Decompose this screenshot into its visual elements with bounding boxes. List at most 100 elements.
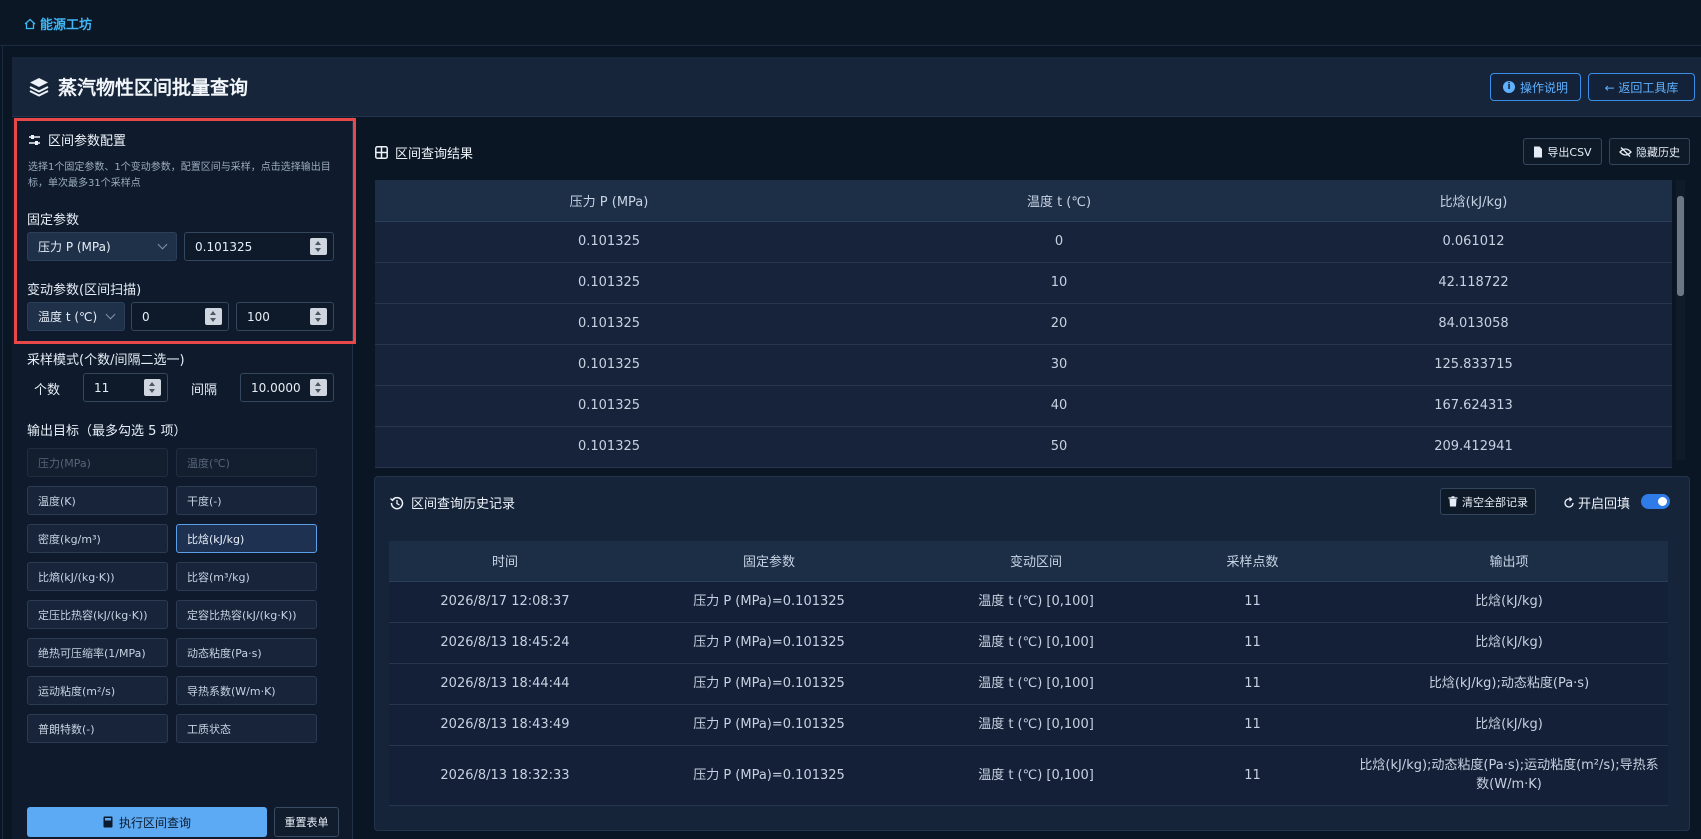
- range-end-text: 100: [247, 309, 270, 324]
- run-query-button[interactable]: 执行区间查询: [27, 807, 267, 837]
- table-cell: 42.118722: [1275, 262, 1672, 304]
- fixed-value-input[interactable]: 0.101325: [184, 232, 334, 261]
- output-option[interactable]: 动态粘度(Pa·s): [176, 638, 317, 667]
- table-row[interactable]: 2026/8/13 18:44:44 压力 P (MPa)=0.101325 温度 …: [389, 663, 1668, 705]
- table-cell: 0.061012: [1275, 221, 1672, 263]
- column-header: 输出项: [1350, 541, 1668, 582]
- table-row[interactable]: 2026/8/13 18:43:49 压力 P (MPa)=0.101325 温度 …: [389, 704, 1668, 746]
- spinner-icon[interactable]: [310, 379, 327, 396]
- help-button[interactable]: i 操作说明: [1490, 73, 1581, 101]
- history-title-text: 区间查询历史记录: [411, 497, 516, 512]
- table-row[interactable]: 2026/8/13 18:45:24 压力 P (MPa)=0.101325 温度 …: [389, 622, 1668, 664]
- table-cell: 压力 P (MPa)=0.101325: [621, 581, 917, 623]
- column-header: 采样点数: [1155, 541, 1350, 582]
- table-cell: 20: [843, 303, 1275, 345]
- output-option[interactable]: 温度(K): [27, 486, 168, 515]
- results-scrollbar[interactable]: [1676, 180, 1685, 460]
- history-title: 区间查询历史记录: [390, 493, 515, 512]
- file-icon: [1534, 146, 1543, 157]
- back-button[interactable]: ← 返回工具库: [1588, 73, 1695, 101]
- results-table: 压力 P (MPa) 温度 t (℃) 比焓(kJ/kg) 0.101325 0 0.0…: [375, 180, 1672, 468]
- column-header: 固定参数: [621, 541, 917, 582]
- brand-link[interactable]: 能源工坊: [24, 14, 92, 33]
- table-icon: [375, 146, 388, 159]
- hide-history-button[interactable]: 隐藏历史: [1609, 138, 1690, 165]
- interval-value: 10.0000: [251, 380, 301, 395]
- table-cell: 比焓(kJ/kg): [1350, 704, 1668, 746]
- output-option[interactable]: 定压比热容(kJ/(kg·K)): [27, 600, 168, 629]
- output-option[interactable]: 比容(m³/kg): [176, 562, 317, 591]
- reset-form-button[interactable]: 重置表单: [274, 807, 339, 837]
- layers-icon: [29, 77, 49, 97]
- count-value: 11: [94, 380, 110, 395]
- output-option: 温度(℃): [176, 448, 317, 477]
- fixed-param-label: 固定参数: [27, 213, 80, 228]
- spinner-icon[interactable]: [144, 379, 161, 396]
- spinner-icon[interactable]: [310, 238, 327, 255]
- table-cell: 0: [843, 221, 1275, 263]
- fixed-value-text: 0.101325: [195, 239, 253, 254]
- table-cell: 温度 t (℃) [0,100]: [917, 704, 1155, 746]
- table-cell: 167.624313: [1275, 385, 1672, 427]
- output-option[interactable]: 绝热可压缩率(1/MPa): [27, 638, 168, 667]
- output-option[interactable]: 定容比热容(kJ/(kg·K)): [176, 600, 317, 629]
- refill-toggle-label: 开启回填: [1563, 493, 1630, 512]
- hide-history-label: 隐藏历史: [1636, 145, 1680, 159]
- column-header: 温度 t (℃): [843, 180, 1275, 222]
- table-cell: 0.101325: [375, 426, 843, 468]
- refill-label-text: 开启回填: [1578, 497, 1631, 512]
- table-row[interactable]: 2026/8/13 18:32:33 压力 P (MPa)=0.101325 温度 …: [389, 745, 1668, 806]
- variable-param-select[interactable]: 温度 t (℃): [27, 302, 125, 331]
- output-option[interactable]: 运动粘度(m²/s): [27, 676, 168, 705]
- spinner-icon[interactable]: [205, 308, 222, 325]
- column-header: 时间: [389, 541, 621, 582]
- column-header: 比焓(kJ/kg): [1275, 180, 1672, 222]
- export-csv-button[interactable]: 导出CSV: [1523, 138, 1602, 165]
- clear-records-button[interactable]: 清空全部记录: [1440, 488, 1536, 515]
- fixed-param-select[interactable]: 压力 P (MPa): [27, 232, 177, 261]
- table-cell: 温度 t (℃) [0,100]: [917, 581, 1155, 623]
- info-icon: i: [1502, 81, 1515, 93]
- range-end-input[interactable]: 100: [236, 302, 334, 331]
- table-cell: 比焓(kJ/kg): [1350, 622, 1668, 664]
- variable-param-label: 变动参数(区间扫描): [27, 283, 142, 298]
- page-header: 蒸汽物性区间批量查询 i 操作说明 ← 返回工具库: [12, 57, 1701, 117]
- output-option[interactable]: 普朗特数(-): [27, 714, 168, 743]
- spinner-icon[interactable]: [310, 308, 327, 325]
- range-start-text: 0: [142, 309, 150, 324]
- count-input[interactable]: 11: [83, 373, 168, 402]
- table-cell: 84.013058: [1275, 303, 1672, 345]
- output-option[interactable]: 比熵(kJ/(kg·K)): [27, 562, 168, 591]
- output-option[interactable]: 导热系数(W/m·K): [176, 676, 317, 705]
- output-option[interactable]: 密度(kg/m³): [27, 524, 168, 553]
- table-cell: 2026/8/13 18:44:44: [389, 663, 621, 705]
- table-row[interactable]: 2026/8/17 12:08:37 压力 P (MPa)=0.101325 温度 …: [389, 581, 1668, 623]
- config-title-text: 区间参数配置: [48, 134, 127, 149]
- scrollbar-thumb[interactable]: [1677, 196, 1684, 296]
- fixed-param-value: 压力 P (MPa): [38, 240, 111, 254]
- table-cell: 2026/8/17 12:08:37: [389, 581, 621, 623]
- output-option[interactable]: 工质状态: [176, 714, 317, 743]
- output-option[interactable]: 干度(-): [176, 486, 317, 515]
- table-cell: 温度 t (℃) [0,100]: [917, 745, 1155, 806]
- output-option[interactable]: 比焓(kJ/kg): [176, 524, 317, 553]
- table-cell: 2026/8/13 18:45:24: [389, 622, 621, 664]
- table-cell: 比焓(kJ/kg);动态粘度(Pa·s): [1350, 663, 1668, 705]
- results-table-header: 压力 P (MPa) 温度 t (℃) 比焓(kJ/kg): [375, 180, 1672, 222]
- history-table-header: 时间 固定参数 变动区间 采样点数 输出项: [389, 541, 1668, 582]
- brand-name: 能源工坊: [40, 18, 93, 33]
- variable-param-value: 温度 t (℃): [38, 310, 98, 324]
- interval-input[interactable]: 10.0000: [240, 373, 334, 402]
- table-cell: 40: [843, 385, 1275, 427]
- table-cell: 温度 t (℃) [0,100]: [917, 663, 1155, 705]
- history-icon: [390, 496, 404, 509]
- page-title: 蒸汽物性区间批量查询: [28, 73, 248, 100]
- table-cell: 11: [1155, 745, 1350, 806]
- range-start-input[interactable]: 0: [131, 302, 229, 331]
- sliders-icon: [29, 134, 40, 145]
- table-cell: 209.412941: [1275, 426, 1672, 468]
- frame-divider: [2, 46, 3, 839]
- refill-toggle[interactable]: [1641, 494, 1670, 509]
- history-table: 时间 固定参数 变动区间 采样点数 输出项 2026/8/17 12:08:37 压力 P…: [389, 541, 1668, 806]
- table-cell: 11: [1155, 704, 1350, 746]
